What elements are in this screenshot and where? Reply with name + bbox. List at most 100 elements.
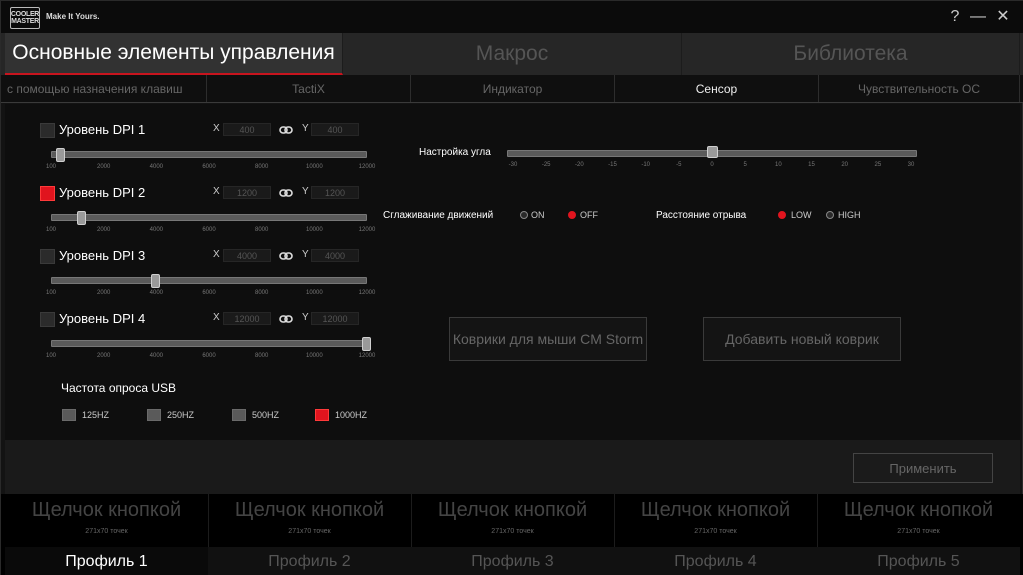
angle-tick-label: 10 xyxy=(774,162,782,168)
mousepads-button[interactable]: Коврики для мыши CM Storm xyxy=(449,317,647,361)
smoothing-off-radio[interactable] xyxy=(568,211,576,219)
dpi-1-scale: 100 2000 4000 6000 8000 10000 12000 xyxy=(46,164,375,172)
dpi-2-y-input[interactable]: 1200 xyxy=(311,186,359,199)
angle-tick-label: -20 xyxy=(574,162,584,168)
dpi-4-slider[interactable] xyxy=(51,337,371,351)
cooler-master-logo: COOLER MASTER xyxy=(10,7,40,29)
profile-3[interactable]: Щелчок кнопкой 271x70 точек Профиль 3 xyxy=(411,494,615,575)
dpi-tick-label: 12000 xyxy=(358,227,376,233)
dpi-1-y-input[interactable]: 400 xyxy=(311,123,359,136)
dpi-2-slider-thumb[interactable] xyxy=(77,211,87,225)
dpi-3-slider[interactable] xyxy=(51,274,367,288)
dpi-3-checkbox[interactable] xyxy=(40,249,55,264)
dpi-3-x-label: X xyxy=(213,249,220,260)
angle-tick-label: -15 xyxy=(608,162,617,168)
minimize-button[interactable]: — xyxy=(968,7,988,27)
close-button[interactable]: ✕ xyxy=(993,7,1013,27)
dpi-1-x-label: X xyxy=(213,123,220,134)
lift-off-low-radio[interactable] xyxy=(778,211,786,219)
apply-button[interactable]: Применить xyxy=(853,453,993,483)
profile-2-name[interactable]: Профиль 2 xyxy=(208,547,411,575)
tab-macro[interactable]: Макрос xyxy=(343,33,682,75)
usb-250hz-label: 250HZ xyxy=(167,410,195,420)
smoothing-on-label: ON xyxy=(531,210,545,220)
dpi-tick-label: 12000 xyxy=(358,353,376,359)
usb-polling-title: Частота опроса USB xyxy=(61,381,177,395)
dpi-1-slider[interactable] xyxy=(51,148,367,162)
sub-tabs: с помощью назначения клавиш TactiX Индик… xyxy=(1,75,1023,103)
angle-tick-label: 20 xyxy=(841,162,848,168)
dpi-4-y-input[interactable]: 12000 xyxy=(311,312,359,325)
dpi-tick-label: 100 xyxy=(45,164,57,170)
angle-tick-label: -30 xyxy=(508,162,518,168)
dpi-tick-label: 6000 xyxy=(202,353,216,359)
profile-2-button-text: Щелчок кнопкой xyxy=(234,499,385,521)
profile-5-name[interactable]: Профиль 5 xyxy=(817,547,1020,575)
dpi-tick-label: 10000 xyxy=(305,353,323,359)
subtab-sensor[interactable]: Сенсор xyxy=(615,75,819,102)
dpi-3-y-input[interactable]: 4000 xyxy=(311,249,359,262)
link-icon[interactable] xyxy=(279,125,293,135)
angle-slider[interactable] xyxy=(507,146,917,158)
usb-500hz-box[interactable] xyxy=(232,409,246,421)
tagline: Make It Yours. xyxy=(46,12,100,21)
lift-off-high-radio[interactable] xyxy=(826,211,834,219)
help-button[interactable]: ? xyxy=(945,7,965,27)
dpi-2-slider[interactable] xyxy=(51,211,367,225)
dpi-tick-label: 10000 xyxy=(305,164,323,170)
profile-2-size: 271x70 точек xyxy=(288,528,331,535)
app-window: COOLER MASTER Make It Yours. ? — ✕ Основ… xyxy=(0,0,1023,575)
dpi-level-1: Уровень DPI 1 X 400 Y 400 100 2000 4000 600… xyxy=(5,122,385,182)
profile-4-name[interactable]: Профиль 4 xyxy=(614,547,817,575)
profile-5[interactable]: Щелчок кнопкой 271x70 точек Профиль 5 xyxy=(817,494,1020,575)
dpi-3-slider-thumb[interactable] xyxy=(150,274,160,288)
profile-1-name[interactable]: Профиль 1 xyxy=(5,547,208,575)
smoothing-on-radio[interactable] xyxy=(520,211,528,219)
dpi-tick-label: 8000 xyxy=(254,353,269,359)
dpi-2-checkbox[interactable] xyxy=(40,186,55,201)
subtab-key-assignment[interactable]: с помощью назначения клавиш xyxy=(5,75,207,102)
dpi-4-x-input[interactable]: 12000 xyxy=(223,312,271,325)
smoothing-label: Сглаживание движений xyxy=(383,210,494,221)
subtab-tactix[interactable]: TactiX xyxy=(207,75,411,102)
dpi-3-y-label: Y xyxy=(302,249,309,260)
link-icon[interactable] xyxy=(279,314,293,324)
dpi-4-slider-thumb[interactable] xyxy=(362,337,371,351)
dpi-1-checkbox[interactable] xyxy=(40,123,55,138)
dpi-2-x-label: X xyxy=(213,186,220,197)
subtab-os-sensitivity[interactable]: Чувствительность ОС xyxy=(819,75,1020,102)
apply-bar: Применить xyxy=(5,440,1020,494)
dpi-level-4: Уровень DPI 4 X 12000 Y 12000 100 2000 400… xyxy=(5,311,385,371)
link-icon[interactable] xyxy=(279,251,293,261)
dpi-2-x-input[interactable]: 1200 xyxy=(223,186,271,199)
tab-library[interactable]: Библиотека xyxy=(682,33,1020,75)
usb-1000hz-box[interactable] xyxy=(315,409,329,421)
dpi-tick-label: 4000 xyxy=(149,290,164,296)
add-pad-button[interactable]: Добавить новый коврик xyxy=(703,317,901,361)
dpi-tick-label: 4000 xyxy=(149,164,164,170)
profile-3-button-text: Щелчок кнопкой xyxy=(437,499,588,521)
lift-off-low-label: LOW xyxy=(791,210,812,220)
profile-3-name[interactable]: Профиль 3 xyxy=(411,547,614,575)
dpi-tick-label: 12000 xyxy=(358,164,376,170)
dpi-3-x-input[interactable]: 4000 xyxy=(223,249,271,262)
link-icon[interactable] xyxy=(279,188,293,198)
angle-slider-thumb[interactable] xyxy=(707,146,718,158)
dpi-tick-label: 4000 xyxy=(149,353,164,359)
dpi-tick-label: 100 xyxy=(45,290,57,296)
angle-tick-label: -10 xyxy=(641,162,650,168)
tab-basic-controls[interactable]: Основные элементы управления xyxy=(5,33,343,75)
profile-1[interactable]: Щелчок кнопкой 271x70 точек Профиль 1 xyxy=(5,494,209,575)
usb-250hz-box[interactable] xyxy=(147,409,161,421)
subtab-indicator[interactable]: Индикатор xyxy=(411,75,615,102)
dpi-1-x-input[interactable]: 400 xyxy=(223,123,271,136)
angle-tick-label: 0 xyxy=(710,162,714,168)
dpi-1-slider-thumb[interactable] xyxy=(55,148,65,162)
dpi-4-checkbox[interactable] xyxy=(40,312,55,327)
profile-2[interactable]: Щелчок кнопкой 271x70 точек Профиль 2 xyxy=(208,494,412,575)
profile-4[interactable]: Щелчок кнопкой 271x70 точек Профиль 4 xyxy=(614,494,818,575)
dpi-tick-label: 8000 xyxy=(254,227,269,233)
dpi-tick-label: 8000 xyxy=(254,290,269,296)
angle-tick-label: 30 xyxy=(907,162,915,168)
usb-125hz-box[interactable] xyxy=(62,409,76,421)
